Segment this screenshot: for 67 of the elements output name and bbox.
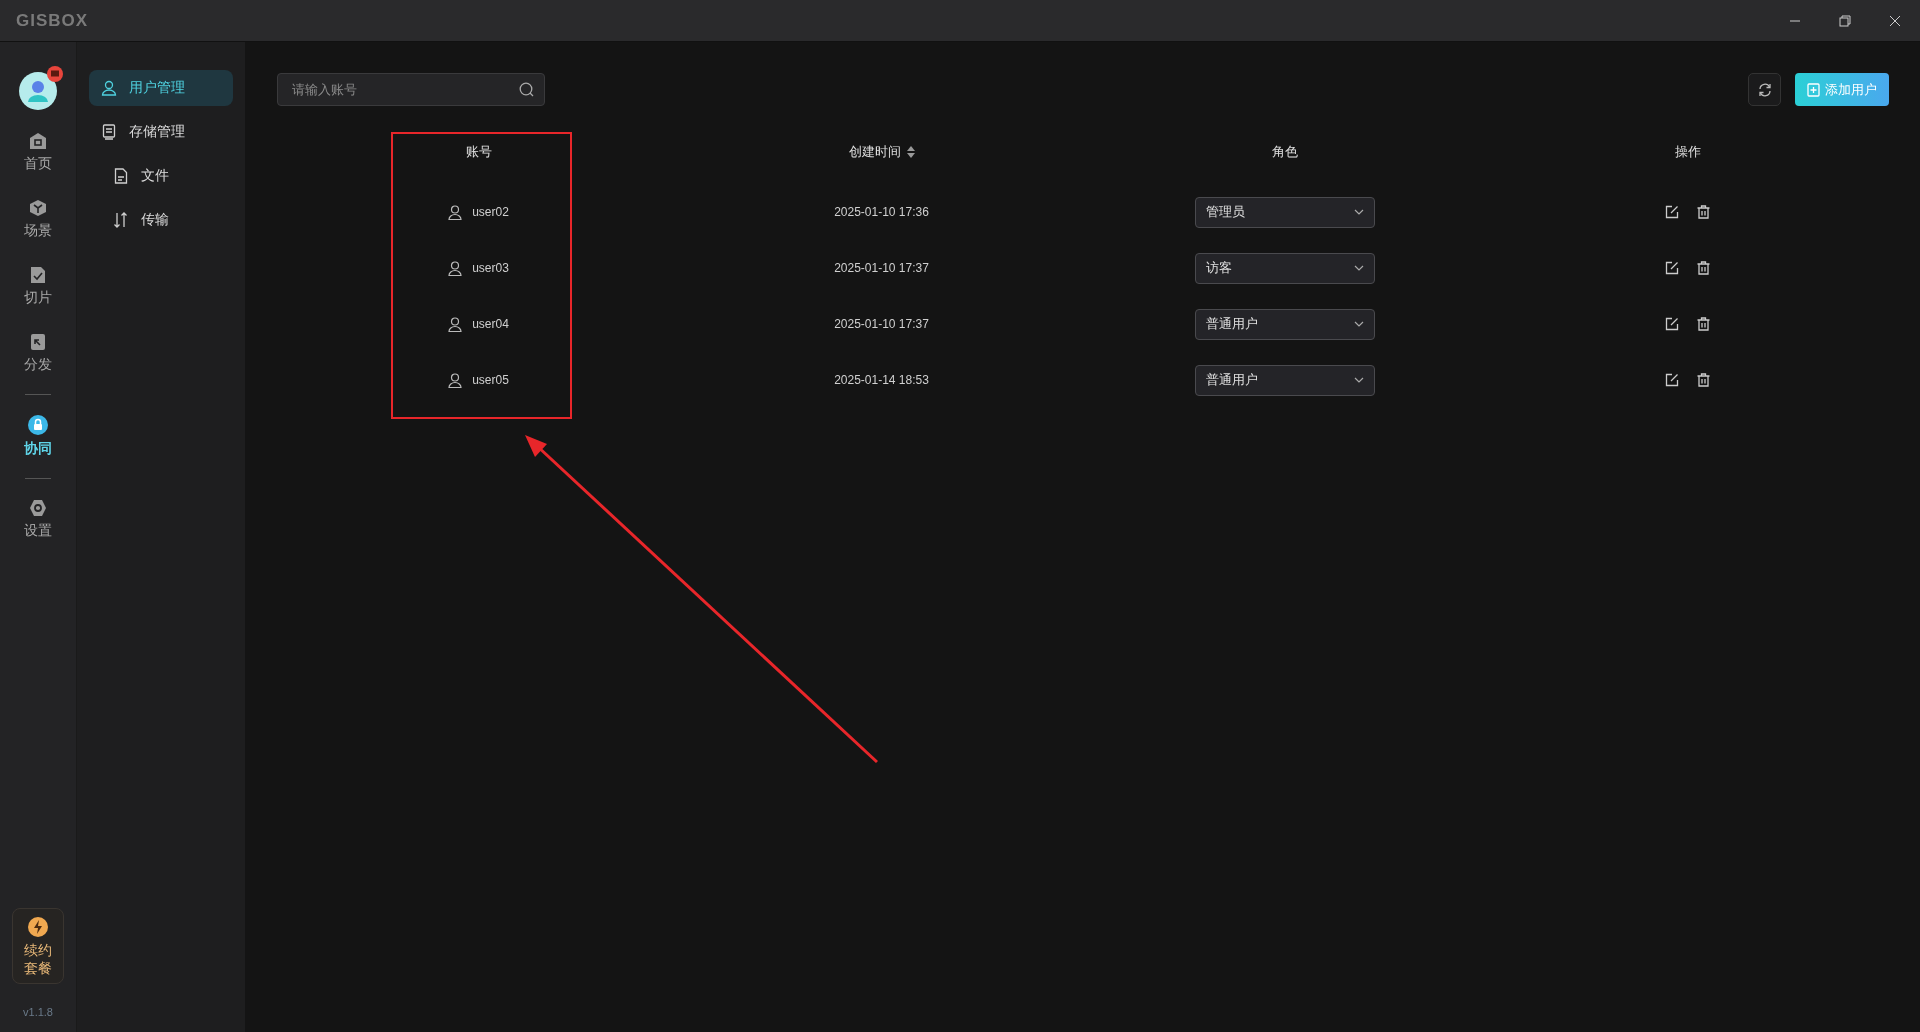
settings-icon (29, 499, 47, 517)
refresh-button[interactable] (1748, 73, 1781, 106)
storage-icon (101, 124, 117, 140)
restore-icon[interactable] (1839, 14, 1851, 27)
search-icon[interactable] (519, 82, 534, 97)
user-icon (448, 204, 463, 220)
account-name: user05 (472, 373, 509, 387)
role-dropdown[interactable]: 访客 (1194, 252, 1375, 284)
close-icon[interactable] (1889, 14, 1901, 27)
chevron-down-icon (1353, 265, 1364, 271)
delete-icon[interactable] (1697, 373, 1710, 387)
sidebar-item[interactable]: 文件 (89, 158, 233, 194)
user-icon (101, 80, 117, 96)
user-icon (448, 372, 463, 388)
sidebar-item[interactable]: 传输 (89, 202, 233, 238)
created-time: 2025-01-10 17:37 (834, 317, 929, 331)
chevron-down-icon (1353, 377, 1364, 383)
transfer-icon (113, 212, 129, 228)
column-header: 创建时间 (848, 143, 901, 161)
account-name: user02 (472, 205, 509, 219)
column-header: 账号 (465, 143, 492, 161)
delete-icon[interactable] (1697, 261, 1710, 275)
chevron-down-icon (1353, 209, 1364, 215)
add-file-icon (1807, 82, 1820, 97)
role-dropdown[interactable]: 普通用户 (1194, 364, 1375, 396)
rail-item[interactable]: 协同 (24, 415, 52, 458)
app-logo: GISBOX (16, 10, 89, 31)
created-time: 2025-01-10 17:36 (834, 205, 929, 219)
edit-icon[interactable] (1665, 261, 1679, 275)
edit-icon[interactable] (1665, 317, 1679, 331)
rail-item[interactable]: 设置 (24, 499, 52, 540)
sidebar-item[interactable]: 存储管理 (89, 114, 233, 150)
sidebar-item[interactable]: 用户管理 (89, 70, 233, 106)
cube-icon (29, 199, 47, 217)
account-name: user04 (472, 317, 509, 331)
document-check-icon (29, 266, 47, 284)
version-label: v1.1.8 (23, 1006, 53, 1018)
file-icon (113, 168, 129, 184)
share-icon (29, 333, 47, 351)
role-dropdown[interactable]: 管理员 (1194, 196, 1375, 228)
delete-icon[interactable] (1697, 205, 1710, 219)
edit-icon[interactable] (1665, 373, 1679, 387)
rail-item[interactable]: 场景 (24, 199, 52, 240)
rail-item[interactable]: 首页 (24, 132, 52, 173)
search-box[interactable]: 请输入账号 (277, 73, 545, 106)
chevron-down-icon (1353, 321, 1364, 327)
created-time: 2025-01-10 17:37 (834, 261, 929, 275)
edit-icon[interactable] (1665, 205, 1679, 219)
home-icon (29, 132, 47, 150)
user-icon (448, 316, 463, 332)
role-dropdown[interactable]: 普通用户 (1194, 308, 1375, 340)
sort-icon[interactable] (906, 146, 915, 158)
lock-icon (28, 415, 48, 435)
column-header: 操作 (1674, 143, 1701, 161)
account-name: user03 (472, 261, 509, 275)
user-icon (448, 260, 463, 276)
delete-icon[interactable] (1697, 317, 1710, 331)
renew-plan-label: 续约 套餐 (24, 941, 52, 977)
rail-item[interactable]: 分发 (24, 333, 52, 374)
lightning-icon (28, 917, 48, 937)
search-field[interactable]: 请输入账号 (292, 74, 519, 105)
column-header: 角色 (1271, 143, 1298, 161)
refresh-icon (1757, 82, 1772, 97)
renew-plan-card[interactable]: 续约 套餐 (12, 908, 64, 984)
created-time: 2025-01-14 18:53 (834, 373, 929, 387)
rail-item[interactable]: 切片 (24, 266, 52, 307)
avatar-icon[interactable] (19, 72, 57, 110)
